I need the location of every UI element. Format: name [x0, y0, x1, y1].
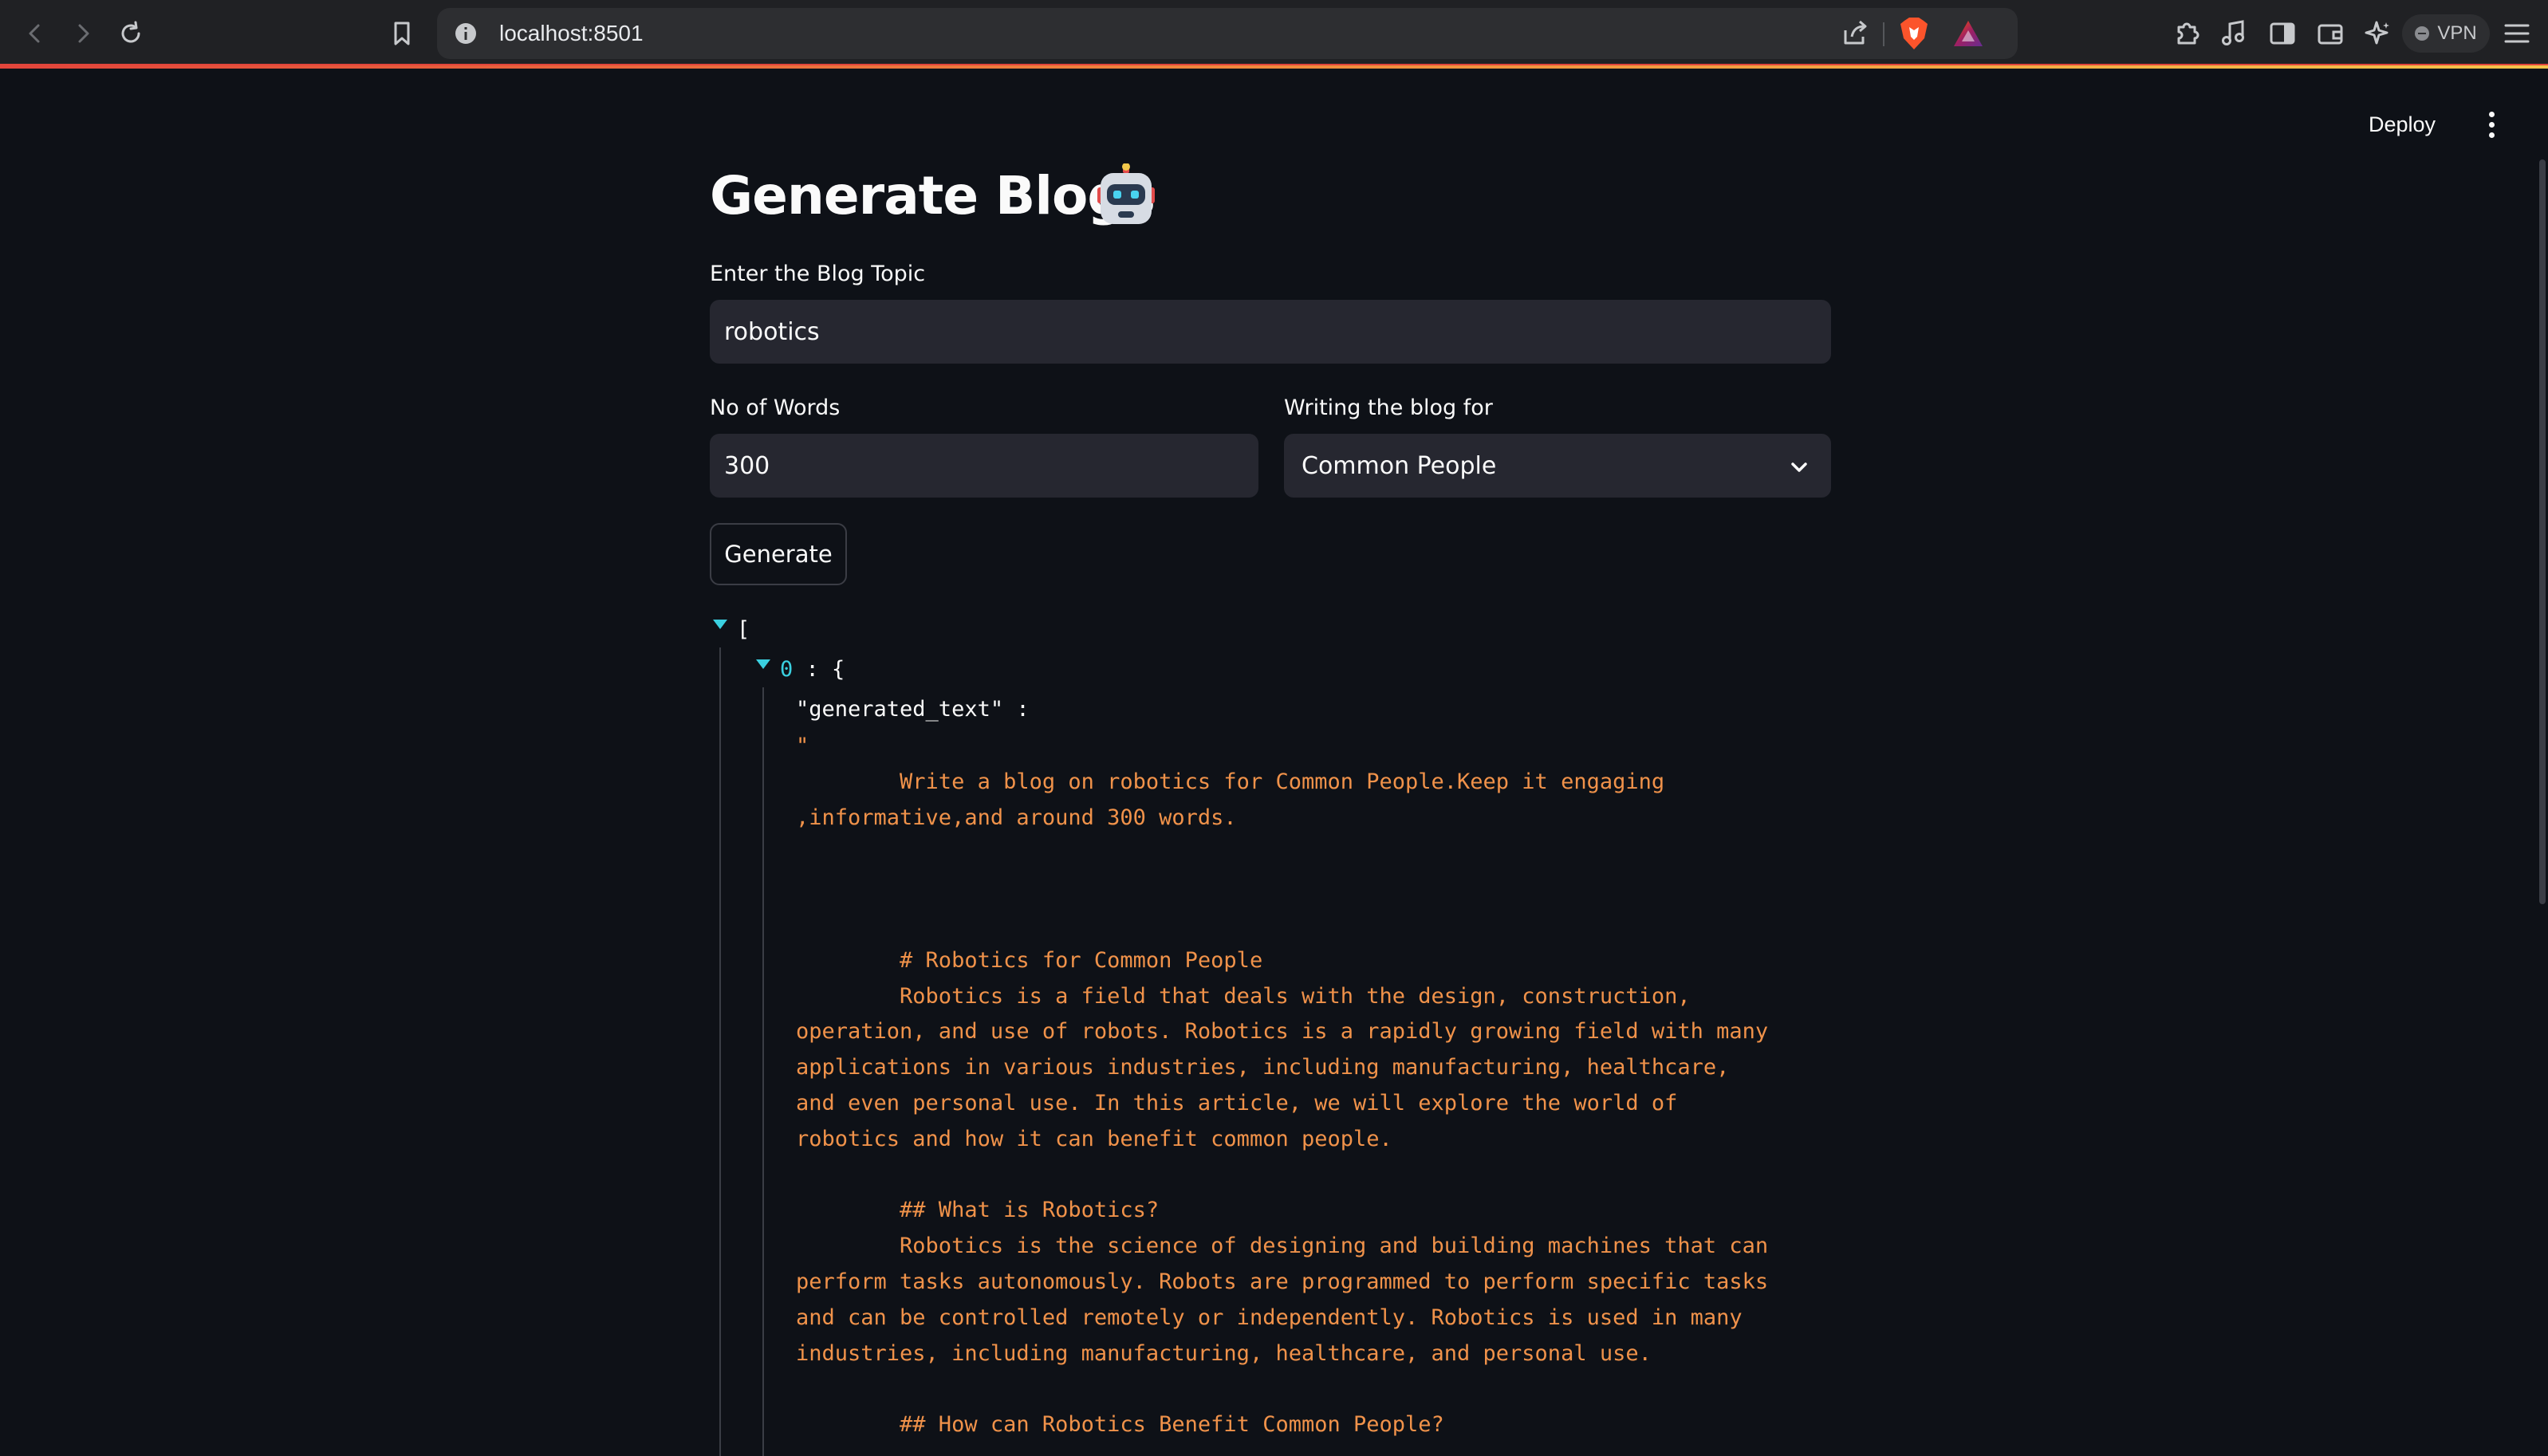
media-controls-icon[interactable]: [2215, 14, 2254, 53]
share-icon[interactable]: [1841, 19, 1869, 51]
extensions-icon[interactable]: [2168, 14, 2206, 53]
page-scrollbar[interactable]: [2539, 159, 2546, 904]
json-item-header: 0 : {: [780, 652, 845, 688]
wallet-icon[interactable]: [2311, 14, 2349, 53]
site-info-icon[interactable]: [453, 21, 478, 49]
chevron-down-icon: [1790, 456, 1809, 484]
more-options-icon[interactable]: [2477, 107, 2506, 142]
words-label: No of Words: [710, 395, 841, 420]
collapse-array-icon[interactable]: [713, 620, 727, 629]
hamburger-menu-icon[interactable]: [2498, 14, 2536, 53]
json-key: "generated_text" :: [796, 697, 1030, 722]
collapse-object-icon[interactable]: [756, 659, 770, 669]
audience-label: Writing the blog for: [1284, 395, 1493, 420]
leo-ai-icon[interactable]: [2359, 14, 2397, 53]
json-open-bracket: [: [737, 617, 750, 642]
page-load-gradient: [0, 65, 2548, 69]
brave-shields-icon[interactable]: [1898, 16, 1930, 54]
json-item-separator: : {: [793, 657, 845, 682]
json-item-index: 0: [780, 657, 794, 682]
page-title: Generate Blogs: [710, 165, 1156, 226]
audience-select[interactable]: Common People: [1284, 434, 1831, 498]
address-bar[interactable]: localhost:8501: [437, 8, 2018, 59]
back-icon[interactable]: [16, 14, 54, 53]
audience-selected-value: Common People: [1302, 451, 1497, 480]
reload-icon[interactable]: [112, 14, 150, 53]
url-text[interactable]: localhost:8501: [499, 19, 644, 48]
brave-rewards-icon[interactable]: [1952, 19, 1984, 51]
topic-label: Enter the Blog Topic: [710, 262, 926, 286]
json-indent-guide: [762, 687, 764, 1456]
deploy-button[interactable]: Deploy: [2359, 104, 2445, 145]
words-input[interactable]: 300: [710, 434, 1258, 498]
sidebar-toggle-icon[interactable]: [2263, 14, 2302, 53]
vpn-status-icon: [2415, 26, 2430, 41]
forward-icon[interactable]: [64, 14, 102, 53]
json-indent-guide: [719, 647, 721, 1456]
browser-toolbar: localhost:8501 VPN: [0, 0, 2548, 67]
vpn-label: VPN: [2437, 22, 2477, 44]
bookmark-icon[interactable]: [383, 14, 421, 53]
robot-emoji-icon: [1094, 163, 1158, 227]
generated-text-value: " Write a blog on robotics for Common Pe…: [796, 734, 1769, 1438]
vpn-button[interactable]: VPN: [2402, 14, 2490, 53]
urlbar-divider: [1883, 22, 1884, 46]
topic-input[interactable]: robotics: [710, 300, 1831, 364]
generate-button[interactable]: Generate: [710, 523, 847, 585]
